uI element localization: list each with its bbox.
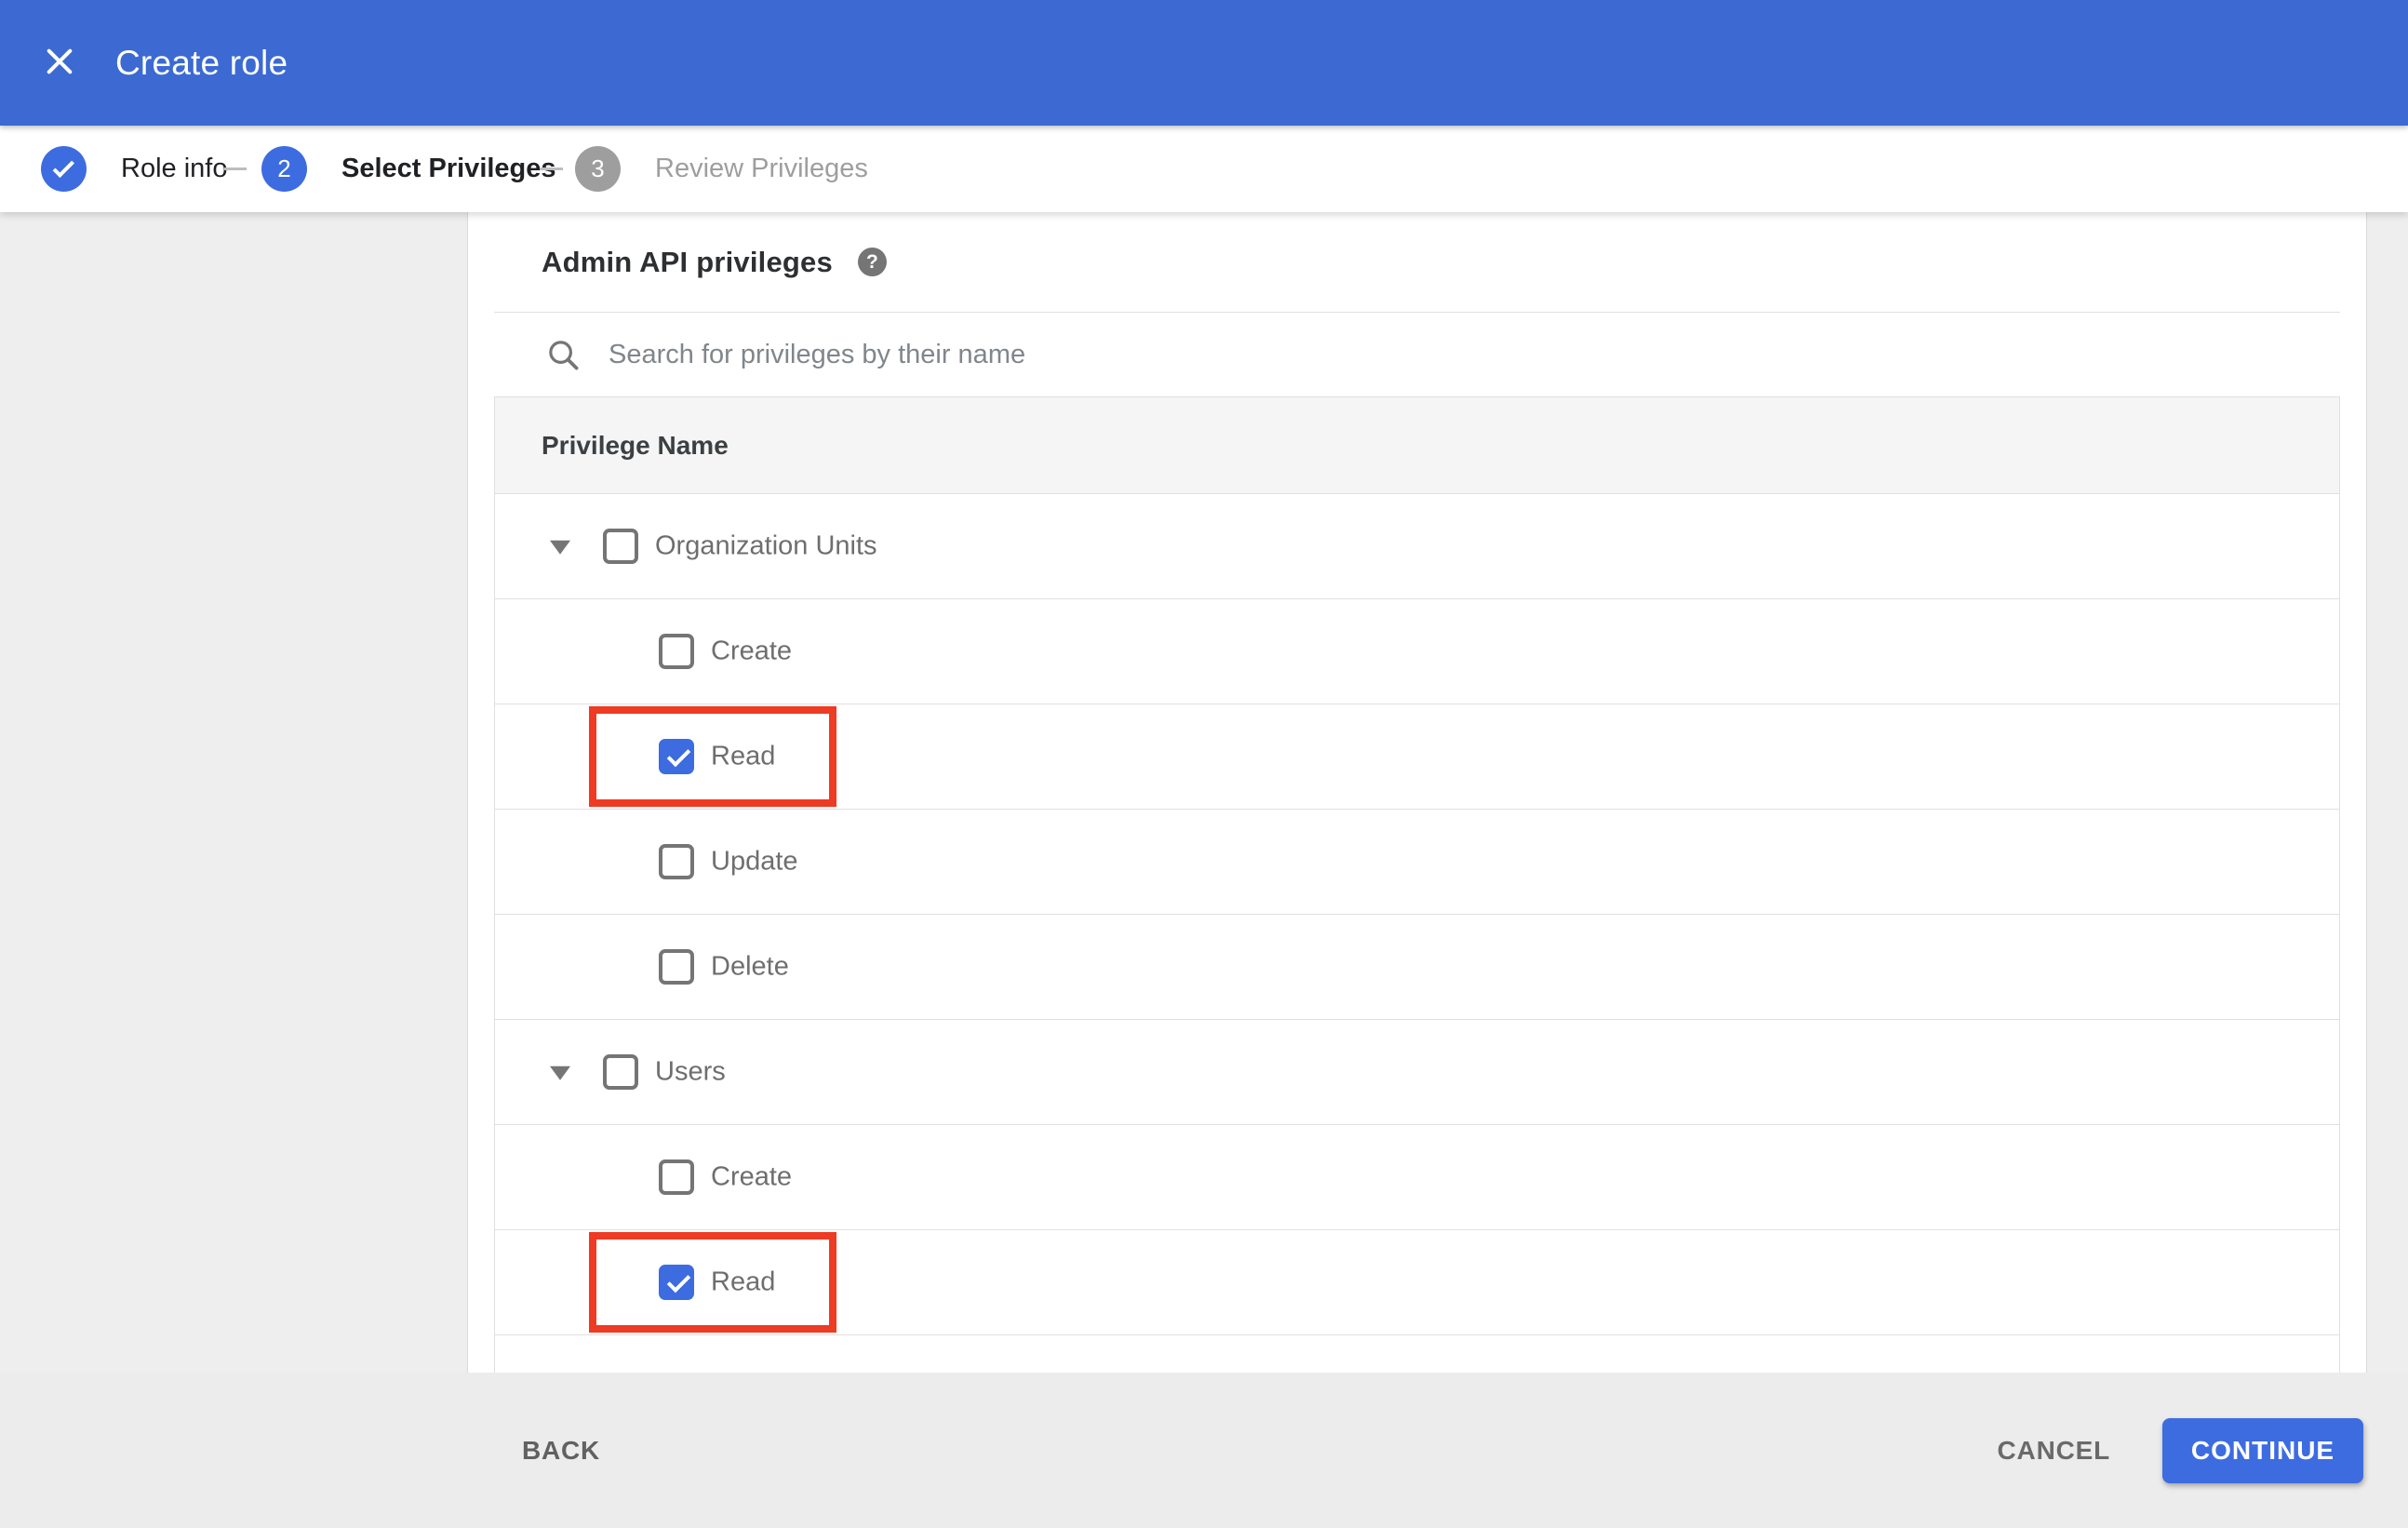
collapse-triangle-icon[interactable] (550, 1066, 570, 1080)
stepper-bar: Role info 2 Select Privileges 3 Review P… (0, 126, 2408, 212)
page-title: Create role (115, 43, 288, 82)
step-role-info[interactable]: Role info (41, 126, 227, 212)
row-label: Create (711, 636, 793, 666)
close-icon[interactable] (41, 43, 78, 80)
row-label: Users (655, 1056, 726, 1087)
table-row-ou-create[interactable]: Create (495, 599, 2339, 704)
privileges-panel: Admin API privileges ? Privilege Name Or… (467, 212, 2367, 1373)
cancel-button[interactable]: CANCEL (1998, 1436, 2110, 1466)
table-row-ou-update[interactable]: Update (495, 810, 2339, 915)
table-row-ou-read[interactable]: Read (495, 704, 2339, 810)
table-header: Privilege Name (495, 397, 2339, 494)
step-connector (224, 168, 247, 170)
table-row-partial (495, 1335, 2339, 1373)
checkbox-users[interactable] (603, 1054, 638, 1090)
step-label: Review Privileges (655, 154, 868, 183)
step-1-completed-badge (41, 146, 87, 192)
step-label: Select Privileges (341, 154, 556, 183)
search-input[interactable] (609, 339, 2004, 370)
table-row-users-read[interactable]: Read (495, 1230, 2339, 1335)
panel-heading: Admin API privileges (542, 245, 833, 278)
table-row-users-create[interactable]: Create (495, 1125, 2339, 1230)
row-label: Organization Units (655, 530, 877, 561)
table-row-users[interactable]: Users (495, 1020, 2339, 1125)
checkbox-users-create[interactable] (659, 1159, 694, 1195)
app-bar: Create role (0, 0, 2408, 126)
back-button[interactable]: BACK (522, 1436, 600, 1466)
step-select-privileges[interactable]: 2 Select Privileges (261, 126, 556, 212)
step-review-privileges[interactable]: 3 Review Privileges (575, 126, 868, 212)
step-label: Role info (121, 154, 228, 183)
privileges-table: Privilege Name Organization Units Create… (494, 396, 2340, 1373)
column-header-privilege-name: Privilege Name (542, 430, 729, 460)
checkbox-ou-delete[interactable] (659, 949, 694, 985)
search-row (494, 313, 2340, 396)
table-row-organization-units[interactable]: Organization Units (495, 494, 2339, 599)
collapse-triangle-icon[interactable] (550, 540, 570, 555)
search-icon (549, 341, 579, 370)
footer-bar: BACK CANCEL CONTINUE (0, 1373, 2408, 1528)
step-2-badge: 2 (261, 146, 307, 192)
step-3-badge: 3 (575, 146, 621, 192)
row-label: Update (711, 846, 798, 877)
check-icon (52, 155, 74, 179)
checkbox-organization-units[interactable] (603, 529, 638, 564)
checkbox-ou-create[interactable] (659, 634, 694, 669)
row-label: Read (711, 1267, 776, 1297)
help-icon[interactable]: ? (857, 248, 887, 276)
row-label: Create (711, 1161, 793, 1192)
checkbox-users-read-checked[interactable] (659, 1265, 694, 1300)
step-connector (541, 168, 563, 170)
checkbox-ou-read-checked[interactable] (659, 739, 694, 774)
footer-actions: CANCEL CONTINUE (1998, 1373, 2363, 1528)
row-label: Read (711, 741, 776, 771)
table-row-ou-delete[interactable]: Delete (495, 915, 2339, 1020)
panel-heading-row: Admin API privileges ? (494, 212, 2340, 313)
checkbox-ou-update[interactable] (659, 844, 694, 879)
row-label: Delete (711, 951, 789, 982)
continue-button[interactable]: CONTINUE (2162, 1417, 2363, 1483)
